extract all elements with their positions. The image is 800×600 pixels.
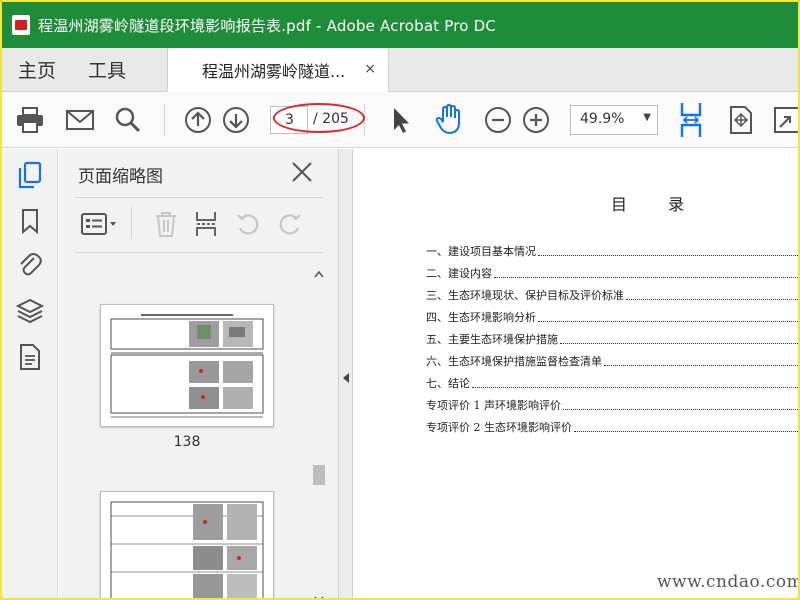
toc-entry[interactable]: 一、建设项目基本情况	[426, 243, 798, 259]
toc-entry-text: 五、主要生态环境保护措施	[426, 333, 558, 346]
toc-entry[interactable]: 五、主要生态环境保护措施	[426, 331, 798, 347]
toc-entry[interactable]: 专项评价 1 声环境影响评价	[426, 397, 798, 413]
toc-heading: 目 录	[611, 195, 703, 214]
thumbnail-scrollbar[interactable]	[311, 259, 327, 598]
current-page-input[interactable]: 3	[270, 106, 308, 134]
thumbnail-page-138[interactable]	[100, 304, 274, 427]
thumbnail-page-139[interactable]	[100, 491, 274, 598]
rotate-right-icon[interactable]	[275, 207, 305, 241]
full-screen-icon[interactable]	[772, 104, 798, 136]
thumbnail-label: 138	[173, 434, 201, 450]
site-watermark: www.cndao.com	[657, 572, 800, 592]
toc-entry-text: 三、生态环境现状、保护目标及评价标准	[426, 289, 624, 302]
fit-page-icon[interactable]	[726, 104, 756, 136]
toc-entry-text: 七、结论	[426, 377, 470, 390]
toc-entry-text: 专项评价 2 生态环境影响评价	[426, 421, 572, 434]
zoom-value: 49.9%	[580, 111, 625, 127]
toc-entry-text: 二、建设内容	[426, 267, 492, 280]
toolbar-separator	[364, 104, 365, 136]
toc-entry-text: 一、建设项目基本情况	[426, 245, 536, 258]
panel-divider	[75, 252, 323, 253]
scroll-down-icon[interactable]	[314, 589, 324, 598]
rotate-left-icon[interactable]	[233, 207, 263, 241]
print-icon[interactable]	[14, 104, 46, 136]
attachments-icon[interactable]	[16, 251, 44, 279]
zoom-out-icon[interactable]	[482, 104, 514, 136]
panel-title: 页面缩略图	[78, 167, 163, 187]
collapse-left-icon[interactable]	[342, 369, 350, 388]
scroll-up-icon[interactable]	[314, 263, 324, 282]
title-bar: 程温州湖雾岭隧道段环境影响报告表.pdf - Adobe Acrobat Pro…	[2, 2, 798, 48]
search-icon[interactable]	[112, 104, 144, 136]
toolbar: 3 / 205 49.9% ▼	[2, 92, 798, 148]
toc-entry-text: 四、生态环境影响分析	[426, 311, 536, 324]
document-tab-label: 程温州湖雾岭隧道...	[202, 62, 346, 81]
toc-entry[interactable]: 专项评价 2 生态环境影响评价	[426, 419, 798, 435]
thumbnail-options-icon[interactable]	[79, 207, 119, 241]
panel-divider	[75, 197, 323, 198]
chevron-down-icon: ▼	[643, 112, 651, 123]
acrobat-pdf-icon	[12, 15, 30, 35]
tab-tools[interactable]: 工具	[88, 56, 126, 83]
document-view[interactable]: 目 录 一、建设项目基本情况 二、建设内容 三、生态环境现状、保护目标及评价标准…	[353, 149, 798, 598]
thumbnails-panel: 页面缩略图 138	[59, 149, 339, 598]
page-down-icon[interactable]	[220, 104, 252, 136]
toc-entry-text: 六、生态环境保护措施监督检查清单	[426, 355, 602, 368]
toc-entry[interactable]: 六、生态环境保护措施监督检查清单	[426, 353, 798, 369]
delete-icon[interactable]	[151, 207, 181, 241]
layers-icon[interactable]	[16, 297, 44, 325]
tab-document[interactable]: 程温州湖雾岭隧道... ×	[167, 48, 389, 92]
navigation-rail	[2, 149, 58, 598]
toc-entry[interactable]: 三、生态环境现状、保护目标及评价标准	[426, 287, 798, 303]
select-cursor-icon[interactable]	[386, 104, 416, 136]
close-panel-icon[interactable]	[291, 161, 313, 187]
page-thumbnails-icon[interactable]	[16, 161, 44, 189]
toolbar-separator	[164, 104, 165, 136]
toc-entry[interactable]: 二、建设内容	[426, 265, 798, 281]
toc-entry-text: 专项评价 1 声环境影响评价	[426, 399, 561, 412]
panel-toolbar-separator	[131, 207, 132, 239]
email-icon[interactable]	[64, 104, 96, 136]
app-window: 程温州湖雾岭隧道段环境影响报告表.pdf - Adobe Acrobat Pro…	[0, 0, 800, 600]
tab-home[interactable]: 主页	[18, 56, 56, 83]
bookmarks-icon[interactable]	[16, 207, 44, 235]
zoom-select[interactable]: 49.9% ▼	[570, 105, 658, 135]
collapse-panel-handle[interactable]	[339, 149, 353, 598]
toc-entry[interactable]: 四、生态环境影响分析	[426, 309, 798, 325]
close-tab-button[interactable]: ×	[364, 61, 376, 77]
content-icon[interactable]	[16, 343, 44, 371]
clipped-page-label	[177, 259, 197, 261]
hand-tool-icon[interactable]	[432, 102, 466, 136]
thumbnail-list: 138	[59, 259, 329, 598]
window-title: 程温州湖雾岭隧道段环境影响报告表.pdf - Adobe Acrobat Pro…	[38, 16, 497, 35]
toc-entry[interactable]: 七、结论	[426, 375, 798, 391]
fit-width-icon[interactable]	[676, 100, 706, 140]
tab-row: 主页 工具 程温州湖雾岭隧道... ×	[2, 48, 798, 92]
page-total-label: / 205	[313, 111, 349, 127]
zoom-in-icon[interactable]	[520, 104, 552, 136]
scroll-thumb[interactable]	[313, 465, 325, 485]
page-up-icon[interactable]	[182, 104, 214, 136]
extract-icon[interactable]	[191, 207, 221, 241]
